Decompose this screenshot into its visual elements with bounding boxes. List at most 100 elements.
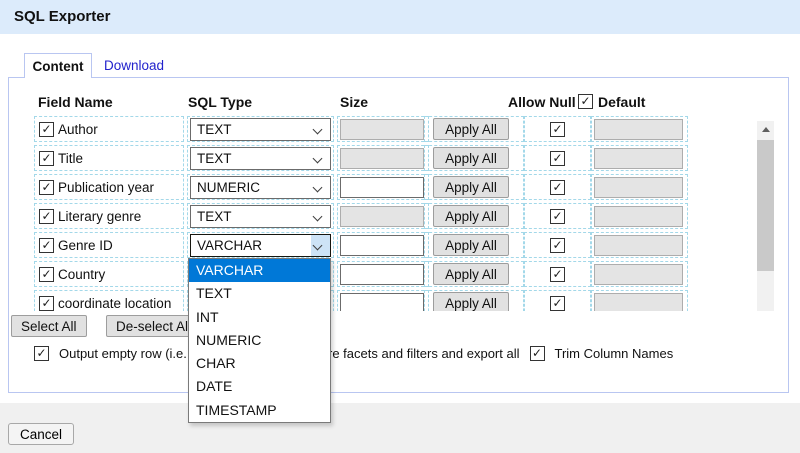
tab-download[interactable]: Download <box>104 58 164 73</box>
dropdown-option[interactable]: DATE <box>189 375 330 398</box>
chevron-down-icon <box>313 124 323 134</box>
field-label: Title <box>58 151 83 166</box>
allow-null-cell <box>524 203 591 229</box>
vertical-scrollbar[interactable] <box>757 121 774 311</box>
allow-null-checkbox[interactable] <box>550 209 565 224</box>
allow-null-checkbox[interactable] <box>550 296 565 311</box>
dropdown-option[interactable]: VARCHAR <box>189 259 330 282</box>
allow-null-checkbox[interactable] <box>550 122 565 137</box>
allow-null-checkbox[interactable] <box>550 180 565 195</box>
dropdown-option[interactable]: CHAR <box>189 352 330 375</box>
field-label: Literary genre <box>58 209 141 224</box>
default-cell <box>591 290 688 311</box>
default-master-checkbox[interactable] <box>578 94 593 109</box>
deselect-all-button[interactable]: De-select All <box>106 315 201 337</box>
apply-all-button[interactable]: Apply All <box>433 118 509 140</box>
size-input[interactable] <box>340 293 424 312</box>
apply-cell: Apply All <box>424 232 524 258</box>
chevron-down-icon <box>313 211 323 221</box>
field-cell: coordinate location <box>34 290 184 311</box>
allow-null-checkbox[interactable] <box>550 238 565 253</box>
apply-cell: Apply All <box>424 203 524 229</box>
table-row: Literary genre TEXT Apply All <box>10 203 780 230</box>
sql-type-cell: TEXT <box>187 116 334 142</box>
field-checkbox[interactable] <box>39 267 54 282</box>
apply-all-button[interactable]: Apply All <box>433 147 509 169</box>
sql-type-value: TEXT <box>197 209 232 224</box>
chevron-down-icon <box>313 240 323 250</box>
sql-type-value: TEXT <box>197 122 232 137</box>
apply-cell: Apply All <box>424 116 524 142</box>
dropdown-option[interactable]: TEXT <box>189 282 330 305</box>
size-cell <box>337 145 429 171</box>
header-default: Default <box>598 94 645 110</box>
allow-null-cell <box>524 261 591 287</box>
sql-type-value: NUMERIC <box>197 180 260 195</box>
sql-type-select[interactable]: VARCHAR <box>190 234 331 257</box>
sql-type-cell: TEXT <box>187 145 334 171</box>
field-cell: Genre ID <box>34 232 184 258</box>
size-cell <box>337 261 429 287</box>
size-input[interactable] <box>340 177 424 198</box>
dialog-footer: Cancel <box>0 403 800 453</box>
field-checkbox[interactable] <box>39 296 54 311</box>
output-empty-option: Output empty row (i.e. <box>34 346 187 361</box>
apply-all-button[interactable]: Apply All <box>433 292 509 311</box>
dropdown-option[interactable]: NUMERIC <box>189 329 330 352</box>
field-cell: Literary genre <box>34 203 184 229</box>
output-empty-checkbox[interactable] <box>34 346 49 361</box>
size-input <box>340 119 424 140</box>
field-checkbox[interactable] <box>39 209 54 224</box>
tab-content[interactable]: Content <box>24 53 92 78</box>
table-row: CountryApply All <box>10 261 780 288</box>
default-cell <box>591 145 688 171</box>
field-label: coordinate location <box>58 296 171 311</box>
sql-type-select[interactable]: NUMERIC <box>190 176 331 199</box>
sql-type-select[interactable]: TEXT <box>190 205 331 228</box>
apply-all-button[interactable]: Apply All <box>433 234 509 256</box>
field-label: Author <box>58 122 98 137</box>
facets-trim-options: re facets and filters and export all Tri… <box>328 346 673 361</box>
trim-column-names-checkbox[interactable] <box>530 346 545 361</box>
sql-type-select[interactable]: TEXT <box>190 147 331 170</box>
apply-all-button[interactable]: Apply All <box>433 263 509 285</box>
cancel-button[interactable]: Cancel <box>8 423 74 445</box>
field-checkbox[interactable] <box>39 238 54 253</box>
facets-label-fragment: re facets and filters and export all <box>328 346 520 361</box>
size-input[interactable] <box>340 235 424 256</box>
dropdown-option[interactable]: INT <box>189 306 330 329</box>
scrollbar-thumb[interactable] <box>757 140 774 271</box>
size-cell <box>337 232 429 258</box>
header-allow-null: Allow Null <box>508 94 576 110</box>
sql-type-value: TEXT <box>197 151 232 166</box>
header-size: Size <box>340 94 368 110</box>
scroll-up-arrow-icon[interactable] <box>757 121 774 138</box>
default-cell <box>591 116 688 142</box>
allow-null-checkbox[interactable] <box>550 267 565 282</box>
chevron-down-icon <box>313 182 323 192</box>
allow-null-checkbox[interactable] <box>550 151 565 166</box>
apply-cell: Apply All <box>424 261 524 287</box>
select-all-button[interactable]: Select All <box>11 315 87 337</box>
sql-type-cell: NUMERIC <box>187 174 334 200</box>
sql-type-select[interactable]: TEXT <box>190 118 331 141</box>
apply-all-button[interactable]: Apply All <box>433 176 509 198</box>
field-checkbox[interactable] <box>39 122 54 137</box>
trim-column-names-label: Trim Column Names <box>555 346 674 361</box>
dropdown-option[interactable]: TIMESTAMP <box>189 399 330 422</box>
field-checkbox[interactable] <box>39 151 54 166</box>
apply-all-button[interactable]: Apply All <box>433 205 509 227</box>
allow-null-cell <box>524 174 591 200</box>
default-input <box>594 177 683 198</box>
allow-null-cell <box>524 290 591 311</box>
size-cell <box>337 203 429 229</box>
apply-cell: Apply All <box>424 290 524 311</box>
table-row: Genre ID VARCHAR Apply All <box>10 232 780 259</box>
field-cell: Title <box>34 145 184 171</box>
size-input[interactable] <box>340 264 424 285</box>
header-field-name: Field Name <box>38 94 113 110</box>
default-cell <box>591 261 688 287</box>
sql-type-cell: TEXT <box>187 203 334 229</box>
field-checkbox[interactable] <box>39 180 54 195</box>
sql-type-dropdown-list: VARCHARTEXTINTNUMERICCHARDATETIMESTAMP <box>188 258 331 423</box>
